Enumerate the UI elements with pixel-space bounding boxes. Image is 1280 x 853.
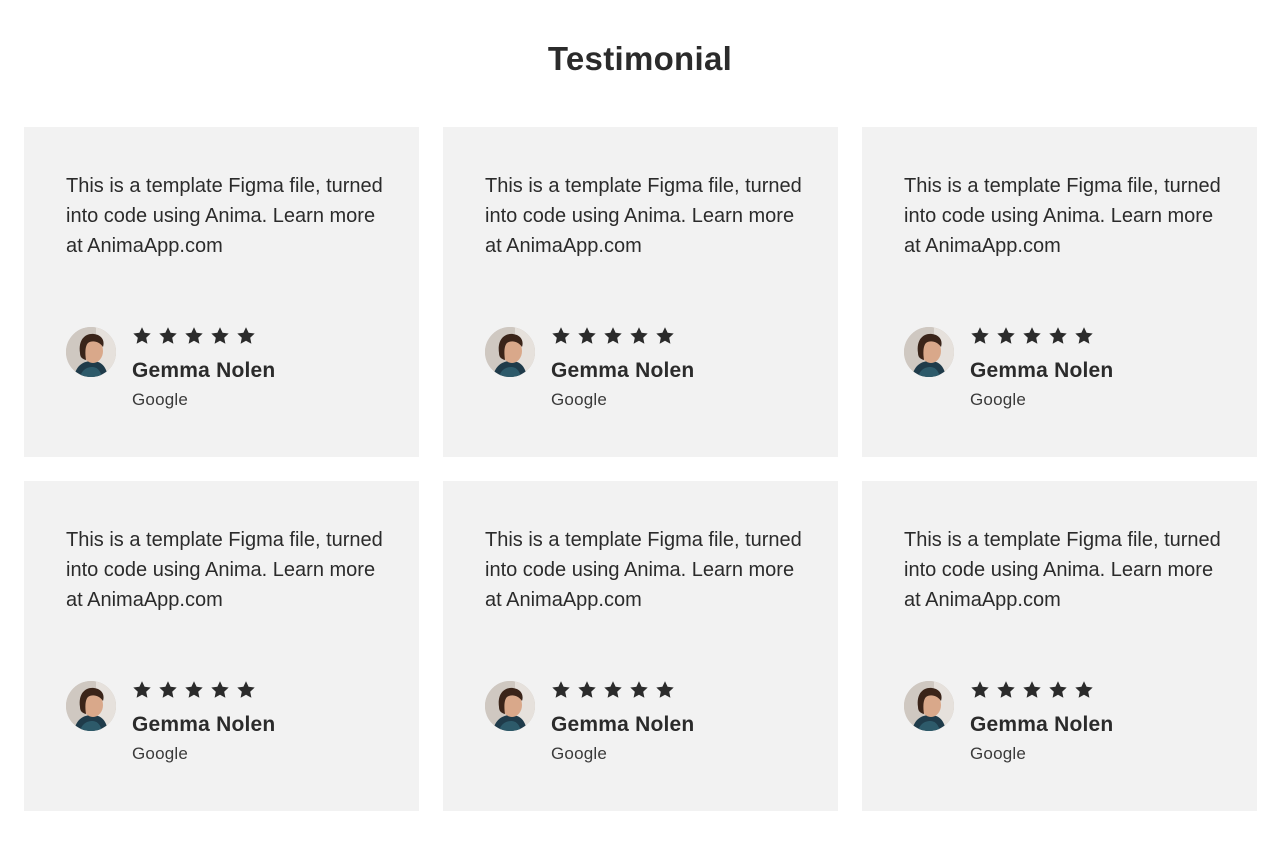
avatar	[66, 681, 116, 731]
testimonial-quote: This is a template Figma file, turned in…	[485, 529, 802, 611]
star-icon	[656, 681, 674, 698]
testimonial-quote: This is a template Figma file, turned in…	[66, 175, 383, 257]
star-rating	[970, 680, 1094, 700]
avatar	[904, 327, 954, 377]
testimonial-card: This is a template Figma file, turned in…	[24, 481, 419, 811]
star-icon	[237, 681, 255, 698]
star-icon	[1075, 327, 1093, 344]
star-icon	[1023, 681, 1041, 698]
testimonial-card: This is a template Figma file, turned in…	[443, 481, 838, 811]
star-icon	[185, 681, 203, 698]
star-icon	[133, 327, 151, 344]
reviewer-company: Google	[132, 390, 189, 409]
testimonial-quote: This is a template Figma file, turned in…	[904, 175, 1221, 257]
reviewer-name: Gemma Nolen	[551, 359, 695, 382]
reviewer-name: Gemma Nolen	[970, 359, 1114, 382]
star-icon	[552, 681, 570, 698]
avatar	[485, 327, 535, 377]
star-icon	[997, 681, 1015, 698]
star-icon	[552, 327, 570, 344]
star-icon	[630, 681, 648, 698]
star-icon	[1075, 681, 1093, 698]
star-icon	[604, 327, 622, 344]
testimonial-card: This is a template Figma file, turned in…	[443, 127, 838, 457]
star-rating	[970, 326, 1094, 346]
star-icon	[656, 327, 674, 344]
star-rating	[132, 680, 256, 700]
reviewer-name: Gemma Nolen	[551, 713, 695, 736]
testimonial-card: This is a template Figma file, turned in…	[24, 127, 419, 457]
star-icon	[578, 327, 596, 344]
reviewer-company: Google	[970, 390, 1027, 409]
star-icon	[1023, 327, 1041, 344]
star-icon	[630, 327, 648, 344]
star-icon	[971, 327, 989, 344]
testimonial-quote: This is a template Figma file, turned in…	[485, 175, 802, 257]
star-icon	[211, 681, 229, 698]
star-icon	[237, 327, 255, 344]
star-icon	[185, 327, 203, 344]
star-icon	[159, 681, 177, 698]
star-rating	[132, 326, 256, 346]
star-icon	[1049, 327, 1067, 344]
avatar	[485, 681, 535, 731]
star-icon	[578, 681, 596, 698]
reviewer-name: Gemma Nolen	[132, 713, 276, 736]
star-icon	[971, 681, 989, 698]
reviewer-company: Google	[132, 744, 189, 763]
avatar	[66, 327, 116, 377]
star-icon	[159, 327, 177, 344]
testimonial-quote: This is a template Figma file, turned in…	[66, 529, 383, 611]
testimonial-quote: This is a template Figma file, turned in…	[904, 529, 1221, 611]
star-icon	[604, 681, 622, 698]
testimonial-card: This is a template Figma file, turned in…	[862, 481, 1257, 811]
reviewer-company: Google	[551, 390, 608, 409]
page-title: Testimonial	[547, 40, 733, 77]
testimonial-card: This is a template Figma file, turned in…	[862, 127, 1257, 457]
reviewer-name: Gemma Nolen	[132, 359, 276, 382]
star-icon	[997, 327, 1015, 344]
star-rating	[551, 680, 675, 700]
star-icon	[211, 327, 229, 344]
star-icon	[133, 681, 151, 698]
star-icon	[1049, 681, 1067, 698]
star-rating	[551, 326, 675, 346]
reviewer-name: Gemma Nolen	[970, 713, 1114, 736]
reviewer-company: Google	[551, 744, 608, 763]
reviewer-company: Google	[970, 744, 1027, 763]
testimonial-grid: This is a template Figma file, turned in…	[24, 127, 1257, 811]
avatar	[904, 681, 954, 731]
